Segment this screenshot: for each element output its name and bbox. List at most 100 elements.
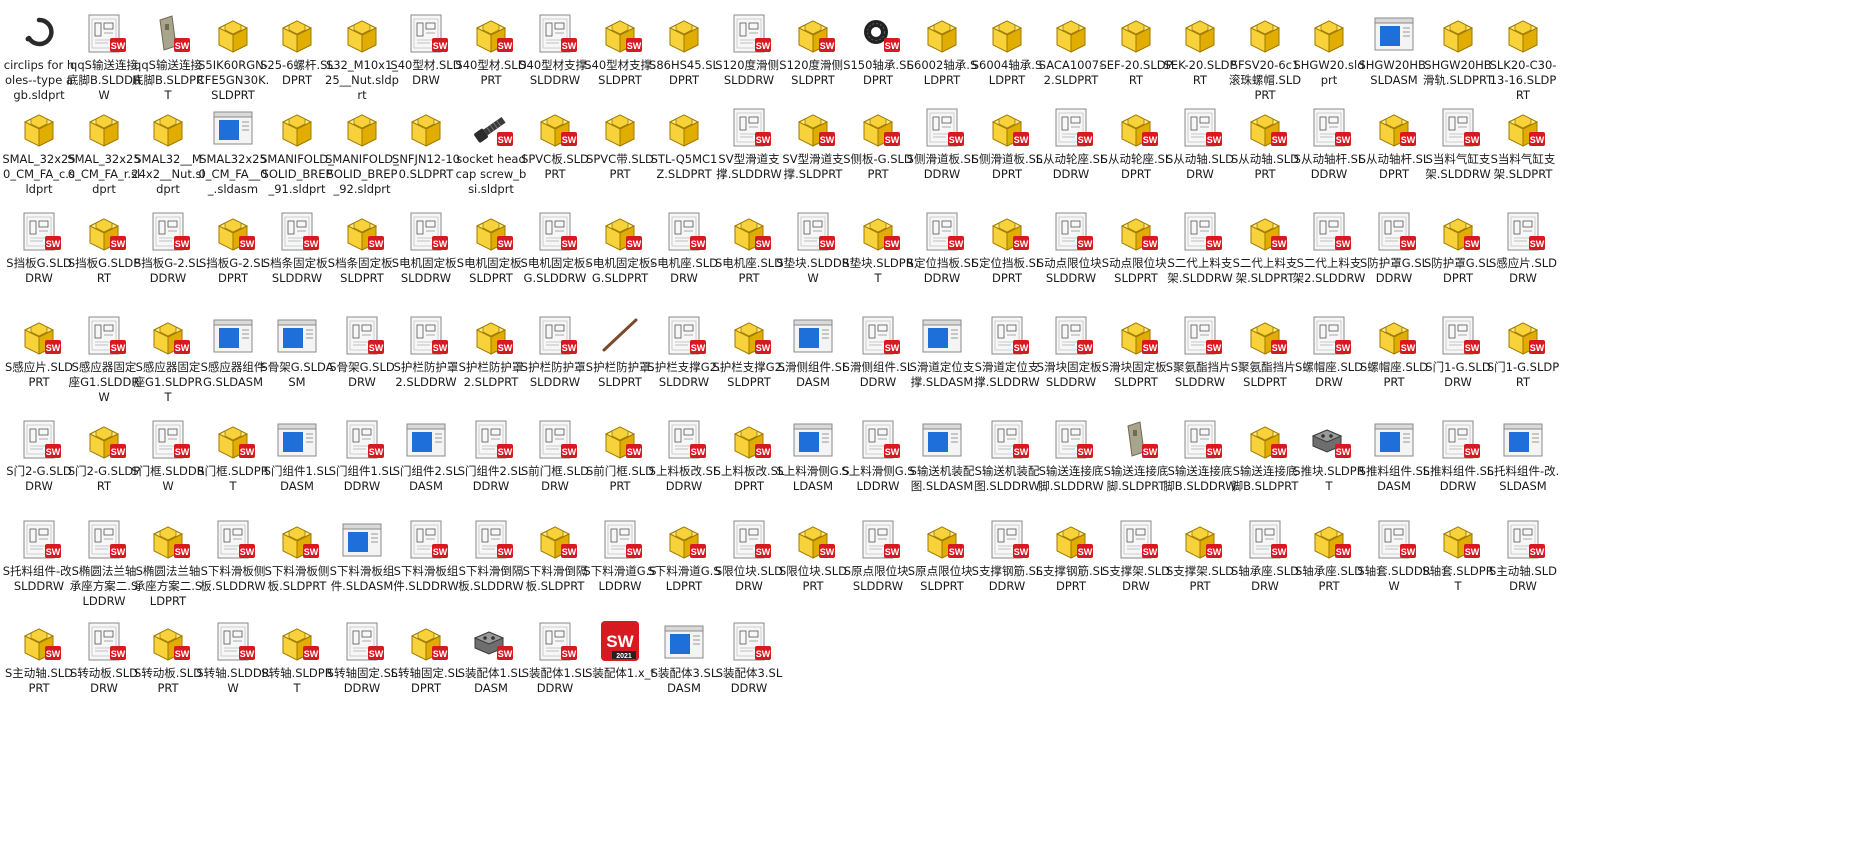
file-item[interactable]: SW S门框.SLDPRT [197,418,269,494]
file-item[interactable]: SW S轴承座.SLDPRT [1294,518,1364,594]
file-item[interactable]: S骨架G.SLDASM [260,314,334,390]
file-item[interactable]: SW S上料板改.SLDPRT [714,418,784,494]
file-item[interactable]: SW SPVC板.SLDPRT [520,106,590,182]
file-item[interactable]: SW S定位挡板.SLDPRT [972,210,1042,286]
file-item[interactable]: SW S从动轴杆.SLDDRW [1294,106,1364,182]
file-item[interactable]: SMAL32x250_CM_FA__0_.sldasm [198,106,268,197]
file-item[interactable]: S感应器组件G.SLDASM [198,314,268,390]
file-item[interactable]: SW S从动轮座.SLDPRT [1101,106,1171,182]
file-item[interactable]: SW S上料板改.SLDDRW [649,418,719,494]
file-item[interactable]: SW S护栏支撑G2.SLDDRW [647,314,721,390]
file-item[interactable]: SW S二代上料支架.SLDPRT [1230,210,1300,286]
file-item[interactable]: SW S动点限位块.SLDPRT [1101,210,1171,286]
file-item[interactable]: SW S滑侧组件.SLDDRW [843,314,913,390]
file-item[interactable]: SW S上料滑侧G.SLDDRW [841,418,915,494]
file-item[interactable]: SW S二代上料支架.SLDDRW [1165,210,1235,286]
file-item[interactable]: SLK20-C30-13-16.SLDPRT [1488,12,1558,103]
file-item[interactable]: SW S装配体3.SLDDRW [714,620,784,696]
file-item[interactable]: SW socket head cap screw_bsi.sldprt [456,106,526,197]
file-item[interactable]: SW S轴承座.SLDDRW [1230,518,1300,594]
file-item[interactable]: SMAL_32x250_CM_FA_r.sldprt [67,106,141,197]
file-item[interactable]: SW SV型滑道支撑.SLDDRW [714,106,784,182]
file-item[interactable]: SW S电机固定板-G.SLDPRT [585,210,655,286]
file-item[interactable]: SW qqS输送连接底脚B.SLDPRT [132,12,204,103]
file-item[interactable]: S6004轴承.SLDPRT [972,12,1042,88]
file-item[interactable]: SW S输送连接底脚B.SLDDRW [1163,418,1237,494]
file-item[interactable]: SMAL_32x250_CM_FA_c.sldprt [2,106,76,197]
file-item[interactable]: SW S原点限位块.SLDPRT [907,518,977,594]
file-item[interactable]: SW S40型材支撑.SLDPRT [584,12,656,88]
file-item[interactable]: SW 2021 S装配体1.x_t [585,620,655,681]
file-item[interactable]: SW S护栏防护罩2.SLDPRT [456,314,526,390]
file-item[interactable]: SW S门1-G.SLDPRT [1487,314,1559,390]
file-item[interactable]: SW S螺帽座.SLDDRW [1294,314,1364,390]
file-item[interactable]: SW S120度滑侧.SLDPRT [778,12,848,88]
file-item[interactable]: SW S40型材支撑.SLDDRW [519,12,591,88]
file-item[interactable]: SW S聚氨酯挡片.SLDDRW [1165,314,1235,390]
file-item[interactable]: SW S护栏防护罩.SLDDRW [520,314,590,390]
file-item[interactable]: SW S当料气缸支架.SLDDRW [1423,106,1493,182]
file-item[interactable]: SEK-20.SLDPRT [1164,12,1236,88]
file-item[interactable]: S下料滑板组件.SLDASM [327,518,397,594]
file-item[interactable]: S门组件1.SLDASM [262,418,332,494]
file-item[interactable]: SW S门1-G.SLDDRW [1423,314,1493,390]
file-item[interactable]: SW S下料滑板侧板.SLDPRT [262,518,332,594]
file-item[interactable]: SW S滑块固定板.SLDPRT [1101,314,1171,390]
file-item[interactable]: SW S下料滑道G.SLDDRW [583,518,657,594]
file-item[interactable]: SW S门框.SLDDRW [131,418,205,494]
file-item[interactable]: SW S下料滑倒隔板.SLDPRT [520,518,590,594]
file-item[interactable]: SW S护栏防护罩2.SLDDRW [391,314,461,390]
file-item[interactable]: SW S档条固定板.SLDDRW [262,210,332,286]
file-item[interactable]: SNFJN12-100.SLDPRT [391,106,461,182]
file-item[interactable]: SW S支撑钢筋.SLDDRW [972,518,1042,594]
file-item[interactable]: SW S转轴.SLDDRW [196,620,270,696]
file-item[interactable]: SW S原点限位块.SLDDRW [843,518,913,594]
file-item[interactable]: SW S装配体1.SLDASM [456,620,526,696]
file-item[interactable]: SW S转动板.SLDPRT [133,620,203,696]
file-item[interactable]: S托料组件-改.SLDASM [1487,418,1559,494]
file-item[interactable]: SHGW20HB滑轨.SLDPRT [1423,12,1493,88]
file-item[interactable]: SW S侧板-G.SLDPRT [843,106,913,182]
file-item[interactable]: SW S挡板G-2.SLDDRW [133,210,203,286]
file-item[interactable]: SW S电机座.SLDPRT [714,210,784,286]
file-item[interactable]: S25-6螺杆.SLDPRT [260,12,334,88]
file-item[interactable]: SW S侧滑道板.SLDPRT [972,106,1042,182]
file-item[interactable]: SW S电机固定板.SLDDRW [391,210,461,286]
file-item[interactable]: SW S输送连接底脚.SLDPRT [1101,418,1171,494]
file-item[interactable]: S门组件2.SLDASM [391,418,461,494]
file-item[interactable]: S86HS45.SLDPRT [649,12,719,88]
file-item[interactable]: SW S护栏支撑G2.SLDPRT [712,314,786,390]
file-item[interactable]: SW S输送连接底脚B.SLDPRT [1230,418,1300,494]
file-item[interactable]: S装配体3.SLDASM [649,620,719,696]
file-item[interactable]: SW S推料组件.SLDDRW [1423,418,1493,494]
file-item[interactable]: SW S从动轴.SLDPRT [1230,106,1300,182]
file-item[interactable]: SW S聚氨酯挡片.SLDPRT [1230,314,1300,390]
file-item[interactable]: SW S门组件1.SLDDRW [327,418,397,494]
file-item[interactable]: SW S感应器固定座G1.SLDDRW [69,314,139,405]
file-item[interactable]: SMANIFOLD_SOLID_BREP_92.sldprt [325,106,399,197]
file-item[interactable]: SW S支撑钢筋.SLDPRT [1036,518,1106,594]
file-item[interactable]: S上料滑侧G.SLDASM [776,418,850,494]
file-item[interactable]: SW S轴套.SLDPRT [1422,518,1494,594]
file-item[interactable]: SW S40型材.SLDPRT [455,12,527,88]
file-item[interactable]: SW S支撑架.SLDDRW [1101,518,1171,594]
file-item[interactable]: SMAL32__M24x2__Nut.sldprt [131,106,205,197]
file-item[interactable]: SW S转轴固定.SLDDRW [327,620,397,696]
file-item[interactable]: SW S主动轴.SLDDRW [1488,518,1558,594]
file-item[interactable]: SW S40型材.SLDDRW [390,12,462,88]
file-item[interactable]: SW S椭圆法兰轴承座方案二.SLDPRT [133,518,203,609]
file-item[interactable]: SW S下料滑板组件.SLDDRW [391,518,461,594]
file-item[interactable]: S滑道定位支撑.SLDASM [907,314,977,390]
file-item[interactable]: SW S下料滑倒隔板.SLDDRW [456,518,526,594]
file-item[interactable]: SEF-20.SLDPRT [1099,12,1173,88]
file-item[interactable]: SW S防护罩G.SLDPRT [1423,210,1493,286]
file-item[interactable]: SW SV型滑道支撑.SLDPRT [778,106,848,182]
file-item[interactable]: SW S限位块.SLDPRT [778,518,848,594]
file-item[interactable]: SW S120度滑侧.SLDDRW [714,12,784,88]
file-item[interactable]: SW S椭圆法兰轴承座方案二.SLDDRW [69,518,139,609]
file-item[interactable]: STL-Q5MC1Z.SLDPRT [649,106,719,182]
file-item[interactable]: SW S档条固定板.SLDPRT [327,210,397,286]
file-item[interactable]: SACA1007-2.SLDPRT [1036,12,1106,88]
file-item[interactable]: SW S支撑架.SLDPRT [1165,518,1235,594]
file-item[interactable]: SW S垫块.SLDDRW [776,210,850,286]
